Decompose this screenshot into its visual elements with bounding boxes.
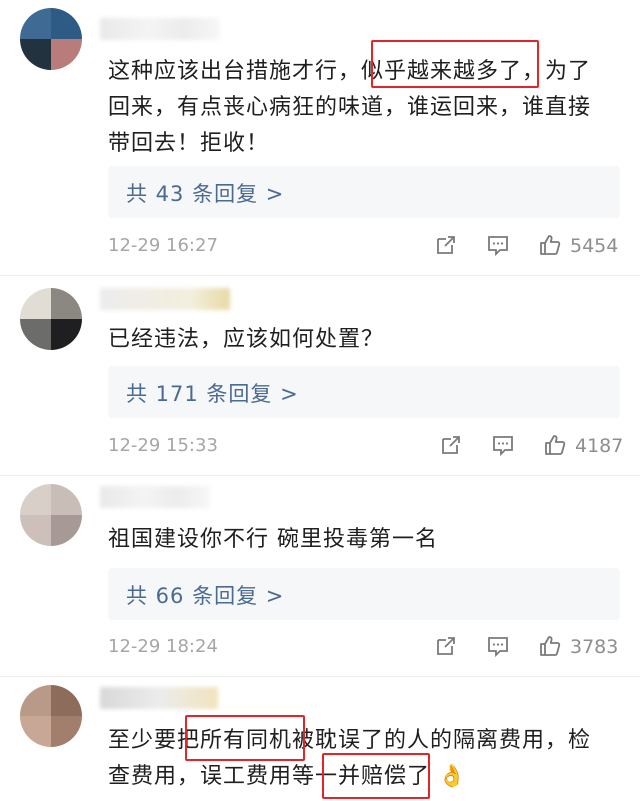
share-icon[interactable] — [434, 634, 458, 658]
thumbs-up-icon[interactable] — [538, 634, 562, 658]
username-blurred[interactable] — [100, 18, 220, 40]
comment-text-line: 这种应该出台措施才行，似乎越来越多了，为了 — [108, 59, 592, 84]
comment-icon[interactable] — [491, 433, 515, 457]
comment-meta: 12-29 16:27 5454 — [108, 233, 620, 263]
comment-meta: 12-29 18:24 3783 — [108, 634, 620, 664]
timestamp: 12-29 15:33 — [108, 435, 218, 456]
like-count: 3783 — [570, 636, 619, 658]
avatar[interactable] — [20, 8, 82, 70]
comment-text-line: 至少要把所有同机被耽误了的人的隔离费用，检 — [108, 728, 592, 753]
comment-text-line-content: 查费用，误工费用等一并赔偿了 — [108, 764, 431, 789]
username-blurred[interactable] — [100, 486, 210, 508]
comment-4: 至少要把所有同机被耽误了的人的隔离费用，检 查费用，误工费用等一并赔偿了 👌 — [0, 677, 640, 801]
view-replies-link[interactable]: 共 43 条回复 > — [126, 178, 284, 208]
share-icon[interactable] — [439, 433, 463, 457]
comment-icon[interactable] — [486, 634, 510, 658]
share-icon[interactable] — [434, 233, 458, 257]
view-replies-link[interactable]: 共 66 条回复 > — [126, 580, 284, 610]
reply-box[interactable]: 共 171 条回复 > — [108, 366, 620, 418]
comment-2: 已经违法，应该如何处置？ 共 171 条回复 > 12-29 15:33 418… — [0, 276, 640, 476]
reply-box[interactable]: 共 66 条回复 > — [108, 568, 620, 620]
timestamp: 12-29 18:24 — [108, 636, 218, 657]
comment-icon[interactable] — [486, 233, 510, 257]
comment-meta: 12-29 15:33 4187 — [108, 433, 624, 463]
thumbs-up-icon[interactable] — [538, 233, 562, 257]
avatar[interactable] — [20, 685, 82, 747]
thumbs-up-icon[interactable] — [543, 433, 567, 457]
reply-box[interactable]: 共 43 条回复 > — [108, 166, 620, 218]
comment-1: 这种应该出台措施才行，似乎越来越多了，为了 回来，有点丧心病狂的味道，谁运回来，… — [0, 0, 640, 275]
username-blurred[interactable] — [100, 288, 230, 310]
comment-3: 祖国建设你不行 碗里投毒第一名 共 66 条回复 > 12-29 18:24 3… — [0, 476, 640, 676]
comment-text: 已经违法，应该如何处置？ — [108, 322, 628, 358]
comment-text: 这种应该出台措施才行，似乎越来越多了，为了 回来，有点丧心病狂的味道，谁运回来，… — [108, 54, 628, 162]
comment-text-line: 祖国建设你不行 碗里投毒第一名 — [108, 527, 438, 552]
ok-hand-emoji: 👌 — [438, 764, 467, 789]
like-count: 5454 — [570, 235, 619, 257]
like-count: 4187 — [575, 435, 624, 457]
comment-text: 至少要把所有同机被耽误了的人的隔离费用，检 查费用，误工费用等一并赔偿了 👌 — [108, 723, 628, 795]
comment-text: 祖国建设你不行 碗里投毒第一名 — [108, 522, 628, 558]
avatar[interactable] — [20, 288, 82, 350]
username-blurred[interactable] — [100, 687, 218, 709]
view-replies-link[interactable]: 共 171 条回复 > — [126, 378, 299, 408]
comment-text-line: 查费用，误工费用等一并赔偿了 👌 — [108, 759, 628, 795]
avatar[interactable] — [20, 484, 82, 546]
comment-text-line: 带回去！拒收！ — [108, 131, 270, 156]
comment-text-line: 已经违法，应该如何处置？ — [108, 327, 385, 352]
timestamp: 12-29 16:27 — [108, 235, 218, 256]
comment-text-line: 回来，有点丧心病狂的味道，谁运回来，谁直接 — [108, 95, 592, 120]
